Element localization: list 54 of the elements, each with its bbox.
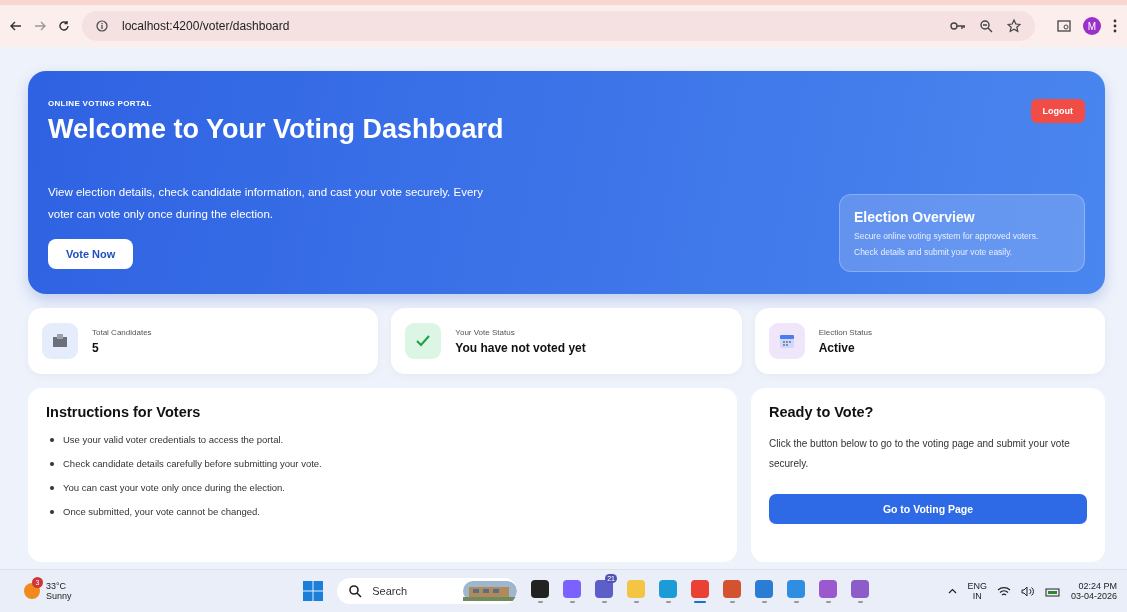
instruction-text: You can cast your vote only once during the election. [63, 482, 285, 493]
reload-icon[interactable] [58, 20, 70, 32]
reading-mode-icon[interactable] [1057, 19, 1071, 33]
instruction-text: Check candidate details carefully before submitting your vote. [63, 458, 322, 469]
calendar-icon [768, 323, 805, 359]
address-bar[interactable]: localhost:4200/voter/dashboard [82, 11, 1035, 41]
logout-button[interactable]: Logout [1030, 99, 1085, 123]
speaker-icon[interactable] [1020, 585, 1035, 597]
info-icon [96, 20, 108, 32]
stat-value: You have not voted yet [455, 340, 586, 355]
taskbar-search[interactable]: Search [337, 578, 518, 604]
temperature-text: 33°C [46, 581, 68, 591]
instructions-title: Instructions for Voters [46, 404, 202, 420]
sun-icon[interactable] [24, 583, 40, 599]
language-indicator[interactable]: ENG IN [967, 581, 987, 601]
stat-value: Active [818, 340, 856, 355]
bullet-icon [50, 437, 54, 442]
bullet-icon [50, 461, 54, 466]
box-icon [42, 323, 78, 359]
app-icon[interactable] [531, 579, 550, 598]
stat-label: Your Vote Status [455, 327, 516, 337]
weather-text: Sunny [46, 591, 72, 601]
eyebrow-text: ONLINE VOTING PORTAL [48, 99, 152, 108]
key-icon[interactable] [950, 21, 966, 31]
stat-value: 5 [92, 340, 100, 355]
back-icon[interactable] [10, 21, 22, 31]
profile-avatar[interactable]: M [1083, 17, 1101, 35]
instruction-text: Once submitted, your vote cannot be changed. [63, 506, 260, 517]
overview-text: Secure online voting system for approved voters. [854, 231, 1040, 241]
star-icon[interactable] [1007, 19, 1021, 33]
vote-now-button[interactable]: Vote Now [48, 239, 134, 269]
stat-label: Election Status [818, 327, 873, 337]
bullet-icon [50, 509, 54, 514]
overview-title: Election Overview [854, 209, 976, 225]
menu-icon[interactable] [1113, 19, 1117, 33]
windows-icon[interactable] [303, 581, 324, 601]
wifi-icon[interactable] [996, 585, 1011, 597]
chevron-icon[interactable] [948, 588, 958, 594]
overview-text: Check details and submit your vote easily. [854, 247, 1014, 257]
voting-page-button[interactable]: Go to Voting Page [769, 494, 1087, 524]
ready-title: Ready to Vote? [769, 404, 875, 420]
stat-label: Total Candidates [92, 327, 152, 337]
zoom-icon[interactable] [980, 19, 993, 33]
instruction-text: Use your valid voter credentials to access the portal. [63, 434, 284, 445]
ready-text: Click the button below to go to the voting page and submit your vote securely. [769, 437, 1071, 471]
hero-description: View election details, check candidate information, and cast your vote securely. Every voter can vote only once during the election. [48, 185, 484, 222]
clock[interactable]: 02:24 PM 03-04-2026 [1070, 581, 1117, 601]
bullet-icon [50, 485, 54, 490]
battery-icon[interactable] [1044, 585, 1061, 597]
search-icon [349, 584, 363, 598]
forward-icon[interactable] [34, 21, 46, 31]
url-text: localhost:4200/voter/dashboard [122, 19, 290, 33]
check-icon [405, 323, 442, 359]
hero-title: Welcome to Your Voting Dashboard [48, 114, 504, 145]
